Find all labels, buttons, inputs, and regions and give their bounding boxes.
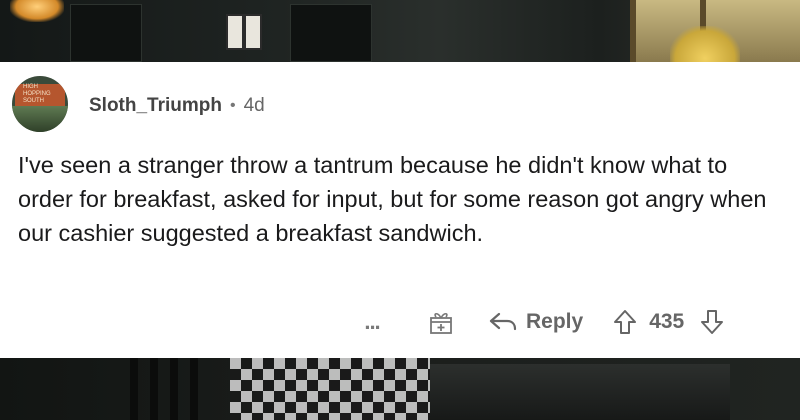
avatar-logo: HIGH HOPPING SOUTH bbox=[15, 84, 65, 106]
wall-frame bbox=[226, 14, 244, 50]
username-link[interactable]: Sloth_Triumph bbox=[89, 95, 222, 117]
comment-actions: ... Reply 435 bbox=[356, 302, 724, 342]
background-photo-bottom bbox=[0, 358, 800, 420]
reply-arrow-icon bbox=[489, 312, 517, 331]
checkered-floor bbox=[230, 358, 430, 420]
downvote-arrow-icon[interactable] bbox=[700, 309, 724, 335]
background-photo-top bbox=[0, 0, 800, 62]
vote-score: 435 bbox=[649, 310, 685, 333]
reply-button[interactable]: Reply bbox=[488, 310, 583, 334]
award-gift-icon[interactable] bbox=[428, 309, 454, 335]
comment-card: HIGH HOPPING SOUTH Sloth_Triumph • 4d I'… bbox=[0, 62, 800, 358]
lamp-shade bbox=[670, 26, 740, 62]
cafe-table bbox=[430, 364, 730, 420]
meta-separator: • bbox=[230, 97, 236, 114]
upvote-arrow-icon[interactable] bbox=[613, 309, 637, 335]
comment-meta: Sloth_Triumph • 4d bbox=[89, 92, 265, 120]
more-options-icon[interactable]: ... bbox=[356, 311, 388, 333]
comment-body: I've seen a stranger throw a tantrum bec… bbox=[18, 152, 767, 246]
comment-age: 4d bbox=[243, 95, 265, 116]
chalkboard-menu bbox=[290, 4, 372, 62]
avatar[interactable]: HIGH HOPPING SOUTH bbox=[12, 76, 68, 132]
reply-label: Reply bbox=[526, 310, 584, 333]
lamp-light bbox=[10, 0, 64, 22]
chalkboard-menu bbox=[70, 4, 142, 62]
wall-frame bbox=[244, 14, 262, 50]
